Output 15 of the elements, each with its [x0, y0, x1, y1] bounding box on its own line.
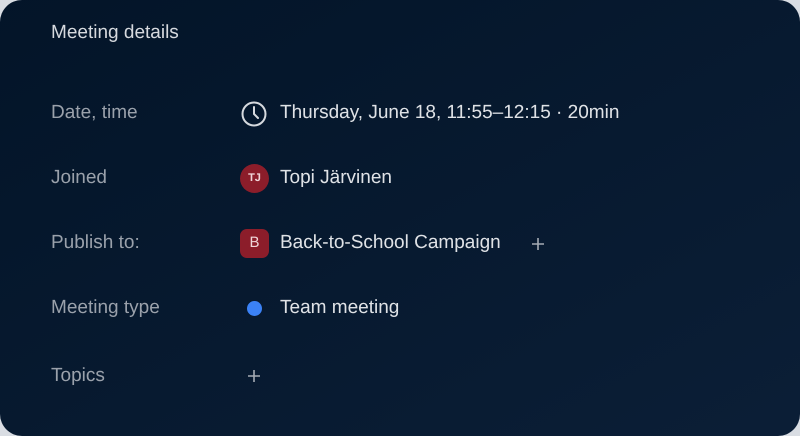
field-value[interactable]: Team meeting — [280, 294, 400, 323]
card-title: Meeting details — [51, 21, 179, 45]
field-label: Topics — [51, 364, 105, 386]
clock-icon — [240, 100, 268, 128]
field-label: Meeting type — [51, 297, 160, 318]
field-label: Date, time — [51, 102, 138, 124]
field-value[interactable]: Back-to-School Campaign — [280, 229, 501, 258]
field-label: Joined — [51, 167, 107, 188]
project-avatar: B — [240, 229, 269, 258]
field-label: Publish to: — [51, 232, 140, 254]
add-button[interactable] — [530, 236, 545, 250]
field-value[interactable]: Topi Järvinen — [280, 164, 392, 193]
field-value: Thursday, June 18, 11:55–12:15 · 20min — [280, 101, 620, 126]
user-avatar: TJ — [240, 164, 269, 193]
add-button[interactable] — [247, 369, 261, 383]
